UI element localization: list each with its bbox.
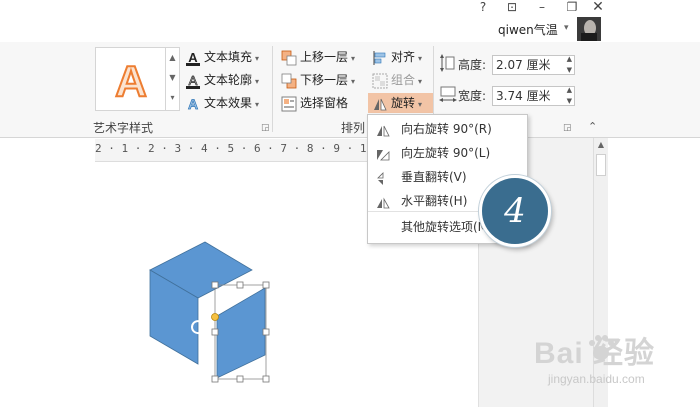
width-spin-down-icon[interactable]: ▼ — [567, 95, 572, 107]
cube-shape[interactable] — [130, 232, 290, 392]
gallery-down-icon[interactable]: ▼ — [166, 68, 179, 88]
chevron-down-icon: ▾ — [351, 54, 356, 63]
size-dialog-launcher-icon[interactable]: ◲ — [563, 123, 572, 133]
chevron-down-icon: ▾ — [255, 77, 260, 86]
align-icon — [372, 50, 388, 66]
text-outline-icon: A — [185, 72, 201, 89]
close-button[interactable]: ✕ — [587, 0, 609, 14]
avatar[interactable] — [577, 17, 601, 41]
flip-horizontal-icon — [375, 194, 391, 209]
width-input[interactable]: 3.74 厘米 ▲ ▼ — [492, 86, 575, 106]
text-fill-icon: A — [185, 50, 201, 66]
height-icon — [439, 54, 455, 72]
chevron-down-icon: ▾ — [351, 77, 356, 86]
wordart-a-icon: A — [114, 56, 148, 107]
chevron-down-icon: ▾ — [255, 100, 260, 109]
wordart-gallery[interactable]: A — [95, 47, 167, 111]
chevron-down-icon: ▾ — [418, 77, 423, 86]
gallery-more-icon[interactable]: ▾ — [166, 88, 179, 108]
cube-right-face[interactable] — [216, 287, 266, 379]
rotate-button[interactable]: 旋转 ▾ — [368, 93, 434, 113]
wordart-gallery-scroll[interactable]: ▲ ▼ ▾ — [165, 47, 180, 111]
account-name[interactable]: qiwen气温 — [498, 21, 558, 38]
avatar-photo-icon — [577, 17, 601, 41]
scroll-up-icon[interactable]: ▲ — [594, 138, 608, 152]
align-button[interactable]: 对齐 ▾ — [372, 47, 422, 67]
group-button[interactable]: 组合 ▾ — [372, 70, 422, 90]
title-bar: ? ⊡ – ❐ ✕ qiwen气温 ▾ — [0, 0, 700, 42]
step-number-badge: 4 — [479, 175, 551, 247]
height-input[interactable]: 2.07 厘米 ▲ ▼ — [492, 55, 575, 75]
flip-vertical-icon — [375, 170, 391, 185]
group-icon — [372, 73, 388, 89]
rotate-right-90-item[interactable]: 向右旋转 90°(R) — [368, 117, 527, 141]
chevron-down-icon: ▾ — [255, 54, 260, 63]
chevron-down-icon: ▾ — [418, 54, 423, 63]
watermark-url: jingyan.baidu.com — [548, 372, 645, 386]
ribbon: A ▲ ▼ ▾ A 文本填充 ▾ A 文本轮廓 ▾ A 文本效果 ▾ 艺术字样式 ◲ 上移一… — [0, 42, 700, 138]
wordart-group-label: 艺术字样式 — [93, 121, 154, 135]
svg-text:A: A — [188, 50, 198, 65]
rotate-right-icon — [375, 122, 391, 137]
height-label: 高度: — [458, 58, 487, 72]
bring-forward-button[interactable]: 上移一层 ▾ — [281, 47, 355, 67]
text-outline-button[interactable]: A 文本轮廓 ▾ — [185, 70, 259, 90]
group-divider — [272, 46, 273, 132]
restore-button[interactable]: ❐ — [561, 0, 583, 14]
adjust-handle[interactable] — [211, 313, 219, 321]
minimize-button[interactable]: – — [531, 0, 553, 14]
rotate-left-90-item[interactable]: 向左旋转 90°(L) — [368, 141, 527, 165]
width-icon — [439, 86, 457, 104]
rotate-icon — [372, 96, 388, 112]
send-backward-button[interactable]: 下移一层 ▾ — [281, 70, 355, 90]
selection-pane-icon — [281, 96, 297, 112]
help-button[interactable]: ? — [472, 0, 494, 14]
selection-pane-button[interactable]: 选择窗格 — [281, 93, 348, 113]
svg-text:A: A — [188, 96, 198, 112]
paw-logo-icon — [586, 333, 616, 363]
scroll-thumb[interactable] — [596, 154, 606, 176]
text-fill-button[interactable]: A 文本填充 ▾ — [185, 47, 259, 67]
account-dropdown-icon[interactable]: ▾ — [564, 23, 569, 33]
text-effects-icon: A — [185, 95, 201, 112]
ribbon-display-options-button[interactable]: ⊡ — [501, 0, 523, 14]
svg-text:A: A — [189, 73, 198, 88]
svg-text:A: A — [115, 57, 147, 106]
bring-forward-icon — [281, 50, 297, 66]
arrange-group-label: 排列 — [341, 121, 366, 135]
collapse-ribbon-icon[interactable]: ⌃ — [588, 120, 597, 133]
text-effects-button[interactable]: A 文本效果 ▾ — [185, 93, 259, 113]
rotate-left-icon — [375, 146, 391, 161]
chevron-down-icon: ▾ — [418, 100, 423, 109]
width-label: 宽度: — [458, 89, 487, 103]
height-spin-down-icon[interactable]: ▼ — [567, 64, 572, 76]
gallery-up-icon[interactable]: ▲ — [166, 48, 179, 68]
send-backward-icon — [281, 73, 297, 89]
dialog-launcher-icon[interactable]: ◲ — [261, 123, 270, 133]
